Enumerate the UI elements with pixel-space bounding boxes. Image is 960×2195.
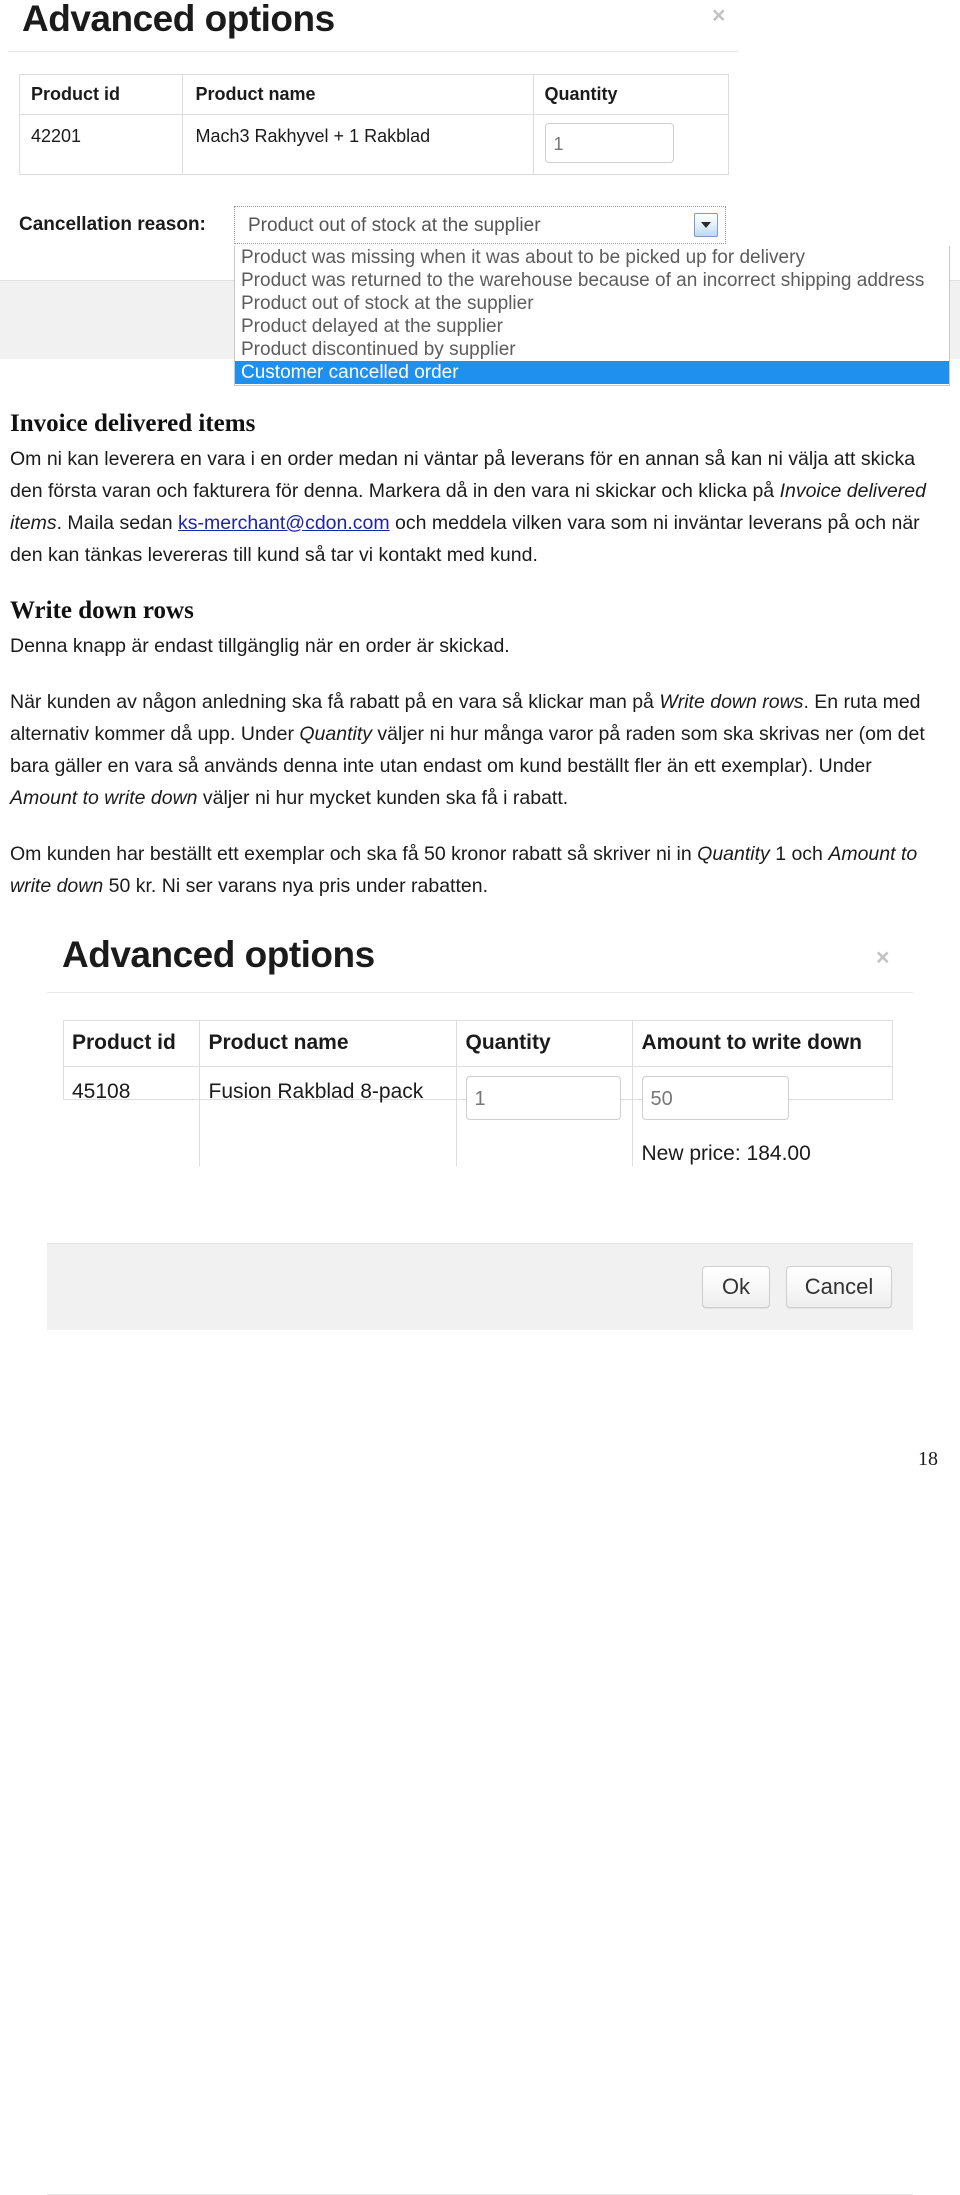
cancellation-reason-label: Cancellation reason: [19, 214, 206, 235]
text-run: Om kunden har beställt ett exemplar och … [10, 842, 698, 865]
col-amount-to-write-down: Amount to write down [632, 1021, 892, 1067]
cancellation-reason-option-list[interactable]: Product was missing when it was about to… [234, 246, 950, 386]
paragraph-invoice-delivered-items: Om ni kan leverera en vara i en order me… [10, 443, 940, 571]
emphasis-quantity: Quantity [299, 722, 373, 745]
ok-button[interactable]: Ok [702, 1266, 770, 1308]
advanced-options-dialog-bottom: Advanced options × Product id Product na… [0, 925, 960, 2195]
col-product-name: Product name [199, 1021, 457, 1067]
option-item[interactable]: Product delayed at the supplier [235, 315, 949, 338]
option-item[interactable]: Product discontinued by supplier [235, 338, 949, 361]
col-product-id: Product id [20, 75, 183, 115]
product-table-top: Product id Product name Quantity 42201 M… [19, 74, 729, 175]
new-price-text: New price: 184.00 [641, 1141, 811, 1165]
table-row: 45108 Fusion Rakblad 8-pack 1 50 New pri… [64, 1066, 892, 1166]
dropdown-toggle-button[interactable] [694, 213, 718, 237]
paragraph-write-down-rows-detail: När kunden av någon anledning ska få rab… [10, 686, 940, 814]
table-row: 42201 Mach3 Rakhyvel + 1 Rakblad 1 [20, 114, 728, 174]
heading-invoice-delivered-items: Invoice delivered items [10, 410, 256, 437]
option-item[interactable]: Product was missing when it was about to… [235, 246, 949, 269]
text-run: . Maila sedan [56, 511, 178, 534]
advanced-options-dialog-top: Advanced options × Product id Product na… [0, 0, 960, 395]
col-product-name: Product name [182, 75, 534, 115]
option-item-selected[interactable]: Customer cancelled order [235, 361, 949, 384]
text-run: 1 och [769, 842, 829, 865]
cell-amount-to-write-down: 50 New price: 184.00 [632, 1066, 892, 1166]
page-number: 18 [918, 1448, 938, 1470]
chevron-down-icon [701, 222, 711, 228]
col-quantity: Quantity [533, 75, 728, 115]
heading-write-down-rows: Write down rows [10, 597, 194, 624]
product-table-bottom: Product id Product name Quantity Amount … [63, 1020, 893, 1166]
text-run: När kunden av någon anledning ska få rab… [10, 690, 660, 713]
cell-quantity: 1 [533, 114, 728, 174]
paragraph-write-down-rows-intro: Denna knapp är endast tillgänglig när en… [10, 634, 510, 657]
text-run: 50 kr. Ni ser varans nya pris under raba… [103, 874, 488, 897]
amount-to-write-down-input[interactable]: 50 [641, 1075, 789, 1120]
dialog-header-divider-bottom [47, 992, 913, 993]
dialog-footer-band-bottom [47, 1243, 913, 1330]
cell-product-name: Mach3 Rakhyvel + 1 Rakblad [182, 114, 534, 174]
cancel-button[interactable]: Cancel [786, 1266, 892, 1308]
paragraph-write-down-rows-example: Om kunden har beställt ett exemplar och … [10, 838, 940, 902]
emphasis-write-down-rows: Write down rows [659, 690, 804, 713]
email-link[interactable]: ks-merchant@cdon.com [178, 512, 390, 534]
close-icon[interactable]: × [712, 4, 725, 27]
dialog-title-bottom: Advanced options [62, 934, 375, 975]
option-item[interactable]: Product out of stock at the supplier [235, 292, 949, 315]
dialog-header-divider-top [8, 51, 738, 52]
quantity-input[interactable]: 1 [465, 1075, 621, 1120]
cell-product-id: 45108 [64, 1066, 200, 1166]
table-header-row: Product id Product name Quantity Amount … [64, 1021, 892, 1067]
text-run: väljer ni hur mycket kunden ska få i rab… [197, 786, 569, 809]
option-item[interactable]: Product was returned to the warehouse be… [235, 269, 949, 292]
close-icon[interactable]: × [876, 946, 889, 969]
section-invoice-delivered-items: Invoice delivered items Om ni kan levere… [10, 410, 940, 571]
cell-product-name: Fusion Rakblad 8-pack [199, 1066, 457, 1166]
col-product-id: Product id [64, 1021, 200, 1067]
cancellation-reason-selected-value: Product out of stock at the supplier [248, 215, 541, 236]
quantity-input[interactable]: 1 [544, 122, 674, 163]
dialog-title-top: Advanced options [22, 0, 335, 39]
col-quantity: Quantity [456, 1021, 633, 1067]
cell-product-id: 42201 [20, 114, 183, 174]
emphasis-quantity-example: Quantity [697, 842, 770, 865]
table-header-row: Product id Product name Quantity [20, 75, 728, 115]
section-write-down-rows: Write down rows Denna knapp är endast ti… [10, 597, 940, 902]
cell-quantity: 1 [456, 1066, 633, 1166]
emphasis-amount-to-write-down: Amount to write down [10, 786, 198, 809]
